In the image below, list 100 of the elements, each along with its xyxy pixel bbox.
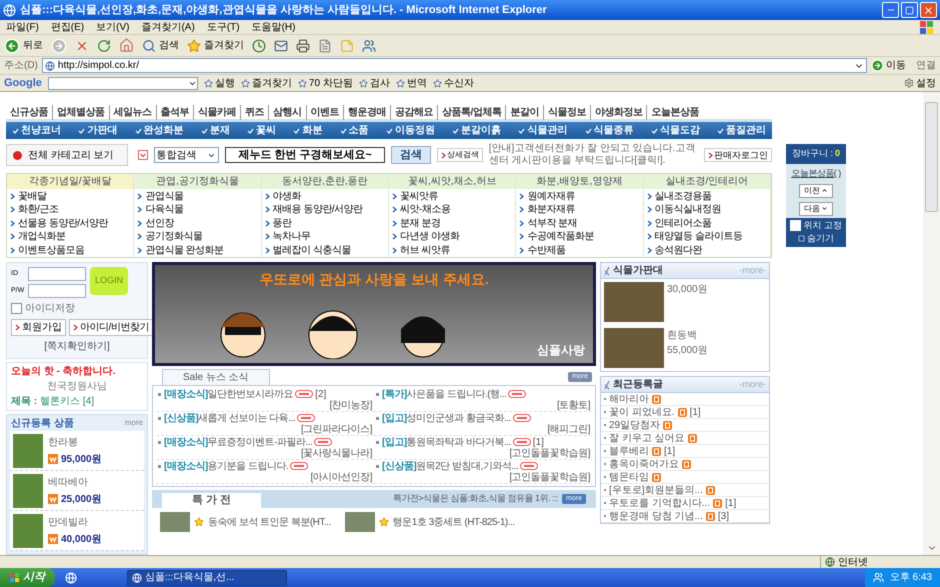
main-nav-link[interactable]: 완성화분 bbox=[134, 123, 184, 138]
go-button[interactable]: 이동 bbox=[871, 58, 906, 73]
id-field[interactable] bbox=[28, 267, 86, 281]
maximize-button[interactable] bbox=[901, 2, 918, 18]
google-search-field[interactable] bbox=[48, 76, 198, 90]
news-author[interactable]: [해피그린] bbox=[376, 424, 590, 436]
special-tab[interactable]: 특 가 전 bbox=[162, 493, 262, 508]
category-link[interactable]: 인테리어소품 bbox=[654, 216, 712, 231]
start-button[interactable]: 시작 bbox=[0, 568, 55, 587]
menu-item[interactable]: 도움말(H) bbox=[252, 20, 296, 34]
menu-item[interactable]: 파일(F) bbox=[6, 20, 39, 34]
product-name[interactable]: 베따베아 bbox=[48, 474, 102, 490]
news-title[interactable]: 원목2단 받침대,기와석... bbox=[416, 458, 518, 474]
category-link[interactable]: 이동식실내정원 bbox=[654, 202, 722, 218]
remember-id-checkbox[interactable] bbox=[11, 303, 22, 314]
google-toolbar-button[interactable]: 70 차단됨 bbox=[298, 76, 353, 90]
category-link[interactable]: 수반제품 bbox=[527, 242, 566, 258]
search-field[interactable]: 제누드 한번 구경해보세요~ bbox=[225, 147, 385, 164]
menu-item[interactable]: 편집(E) bbox=[50, 20, 84, 34]
all-categories-button[interactable]: 전체 카테고리 보기 bbox=[6, 144, 128, 166]
product-name[interactable]: 흰동백 bbox=[667, 328, 708, 343]
news-title[interactable]: 새롭게 선보이는 다육... bbox=[198, 410, 296, 426]
main-nav-link[interactable]: 화분 bbox=[293, 123, 322, 138]
news-tab[interactable]: Sale 뉴스 소식 bbox=[162, 369, 270, 385]
news-tag[interactable]: [신상품] bbox=[164, 410, 198, 426]
main-nav-link[interactable]: 가판대 bbox=[78, 123, 118, 138]
news-tag[interactable]: [특가] bbox=[382, 386, 407, 402]
taskbar-window-button[interactable]: 심폴:::다육식물,선... bbox=[127, 570, 287, 586]
post-link[interactable]: 해마리아 bbox=[609, 392, 649, 406]
menu-item[interactable]: 보기(V) bbox=[96, 20, 130, 34]
google-toolbar-button[interactable]: 수신자 bbox=[432, 76, 474, 90]
top-nav-link[interactable]: 오늘본상품 bbox=[646, 105, 703, 120]
top-nav-link[interactable]: 식물정보 bbox=[542, 105, 590, 120]
category-link[interactable]: 화환/근조 bbox=[18, 202, 58, 218]
seller-login-button[interactable]: 판매자로그인 bbox=[704, 148, 772, 162]
category-link[interactable]: 분재 분경 bbox=[400, 216, 440, 231]
product-name[interactable]: 만데빌라 bbox=[48, 514, 102, 530]
top-nav-link[interactable]: 식물카페 bbox=[193, 105, 240, 120]
category-link[interactable]: 풍란 bbox=[272, 216, 292, 231]
post-link[interactable]: 템몬타임 bbox=[609, 470, 649, 484]
news-author[interactable]: [고인돌플꽃학습원] bbox=[376, 448, 590, 460]
category-link[interactable]: 화분자재류 bbox=[527, 202, 575, 218]
settings-button[interactable]: 설정 bbox=[904, 76, 936, 90]
back-button[interactable]: 뒤로 bbox=[4, 38, 43, 54]
category-link[interactable]: 개업식화분 bbox=[18, 229, 66, 244]
category-link[interactable]: 공기정화식물 bbox=[145, 229, 202, 244]
favorites-button[interactable]: 즐겨찾기 bbox=[187, 38, 244, 53]
google-toolbar-button[interactable]: 검사 bbox=[358, 76, 390, 90]
main-nav-link[interactable]: 이동정원 bbox=[386, 123, 435, 138]
news-title[interactable]: 통원목좌탁과 바다거북... bbox=[406, 434, 511, 450]
category-link[interactable]: 석부작 분재 bbox=[527, 216, 578, 231]
news-author[interactable]: [찬미농장] bbox=[158, 400, 372, 412]
news-tag[interactable]: [매장소식] bbox=[164, 434, 208, 450]
top-nav-link[interactable]: 퀴즈 bbox=[240, 105, 268, 120]
notice-link[interactable]: [안내]고객센터전화가 잘 안되고 있습니다.고객센터 게시판이용을 부탁드립니다[클릭!]. bbox=[488, 143, 698, 168]
news-tag[interactable]: [입고] bbox=[382, 410, 407, 426]
news-author[interactable]: [고인돌플꽃학습원] bbox=[376, 472, 590, 484]
top-nav-link[interactable]: 세일뉴스 bbox=[108, 105, 156, 120]
minimize-button[interactable] bbox=[882, 2, 899, 18]
search-scope-select[interactable]: 통합검색 bbox=[154, 147, 220, 164]
special-product-name[interactable]: 동숙에 보석 트인문 복분(HT... bbox=[208, 514, 331, 530]
category-link[interactable]: 선인장 bbox=[145, 216, 174, 231]
post-link[interactable]: 행운경매 당첨 기념... bbox=[609, 508, 703, 524]
category-link[interactable]: 관엽식물 완성화분 bbox=[145, 242, 224, 258]
search-button[interactable]: 검색 bbox=[142, 38, 179, 53]
news-author[interactable]: [그린파라다이스] bbox=[158, 424, 372, 436]
main-nav-link[interactable]: 소품 bbox=[340, 123, 368, 138]
category-link[interactable]: 다육식물 bbox=[145, 202, 184, 218]
main-nav-link[interactable]: 식물도감 bbox=[650, 123, 700, 138]
category-link[interactable]: 다년생 야생화 bbox=[400, 229, 460, 244]
messages-link[interactable]: [쪽지확인하기] bbox=[11, 339, 143, 354]
news-author[interactable]: [토황토] bbox=[376, 400, 590, 412]
search-button[interactable]: 검색 bbox=[390, 146, 431, 164]
next-button[interactable]: 다음 bbox=[799, 202, 833, 216]
top-nav-link[interactable]: 야생화정보 bbox=[590, 105, 646, 120]
scrollbar-thumb[interactable] bbox=[925, 102, 938, 212]
post-link[interactable]: [우토로]회원분들의... bbox=[609, 482, 703, 498]
news-title[interactable]: 용기분을 드립니다. bbox=[208, 458, 288, 474]
main-nav-link[interactable]: 분재 bbox=[200, 123, 230, 138]
quick-launch-icon[interactable] bbox=[65, 572, 77, 584]
google-toolbar-button[interactable]: 번역 bbox=[396, 76, 427, 90]
news-title[interactable]: 사은품을 드립니다.(행... bbox=[406, 386, 506, 402]
news-tag[interactable]: [신상품] bbox=[382, 458, 416, 474]
category-link[interactable]: 꽃배달 bbox=[18, 188, 46, 204]
news-title[interactable]: 성미인군생과 황금국화... bbox=[406, 410, 511, 426]
news-tag[interactable]: [입고] bbox=[382, 434, 407, 450]
top-nav-link[interactable]: 출석부 bbox=[156, 105, 193, 120]
home-icon[interactable] bbox=[119, 38, 134, 53]
category-link[interactable]: 원예자재류 bbox=[527, 188, 575, 204]
print-icon[interactable] bbox=[296, 38, 310, 52]
news-author[interactable]: [아시아선인장] bbox=[158, 472, 372, 484]
mail-icon[interactable] bbox=[274, 38, 288, 52]
recent-items-link[interactable]: 오늘본상품( ) bbox=[791, 167, 841, 180]
previous-button[interactable]: 이전 bbox=[799, 184, 833, 198]
top-nav-link[interactable]: 이벤트 bbox=[306, 105, 343, 120]
category-link[interactable]: 이벤트상품모음 bbox=[18, 242, 84, 258]
top-nav-link[interactable]: 분갈이 bbox=[505, 105, 543, 120]
main-nav-link[interactable]: 식물종류 bbox=[584, 123, 634, 138]
main-nav-link[interactable]: 분갈이흙 bbox=[452, 123, 501, 138]
menu-item[interactable]: 즐겨찾기(A) bbox=[141, 20, 195, 34]
